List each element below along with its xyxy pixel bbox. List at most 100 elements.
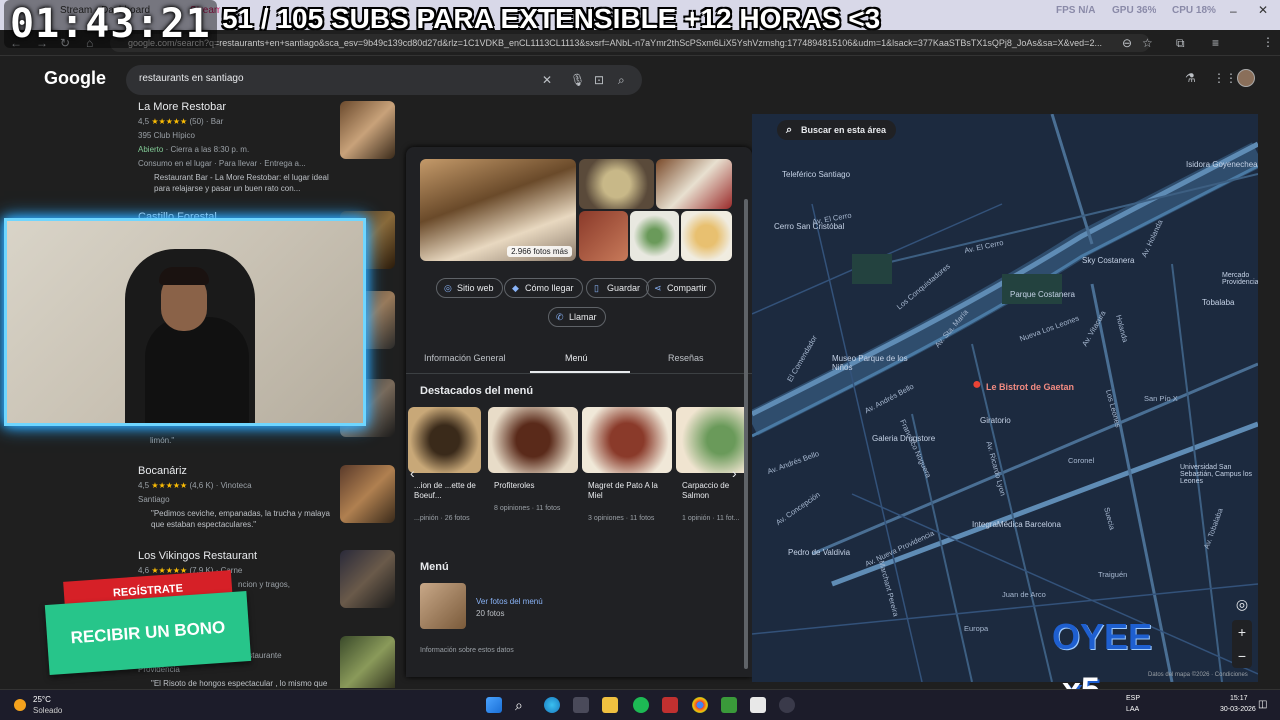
google-logo[interactable]: Google (44, 68, 106, 89)
search-box[interactable]: restaurants en santiago ✕ 🎙 ⊡ ⌕ (126, 65, 642, 95)
menu-photos-link[interactable]: Ver fotos del menú (476, 597, 543, 606)
map-place[interactable]: Universidad San Sebastián, Campus los Le… (1180, 464, 1256, 485)
folder-icon[interactable] (602, 697, 618, 713)
labs-flask-icon[interactable]: ⚗ (1185, 72, 1196, 84)
result-thumbnail[interactable] (340, 101, 395, 159)
map-place[interactable]: Cerro San Cristóbal (774, 222, 844, 231)
zoom-in-button[interactable]: + (1232, 620, 1252, 644)
bookmark-star-icon[interactable]: ☆ (1142, 37, 1153, 49)
map-view[interactable]: Teleférico Santiago Cerro San Cristóbal … (752, 114, 1258, 682)
result-name[interactable]: Bocanáriz (138, 465, 343, 477)
cpu-stat: CPU 18% (1172, 5, 1216, 16)
data-info-link[interactable]: Información sobre estos datos (420, 647, 514, 654)
chrome-icon[interactable] (692, 697, 708, 713)
photo-thumb[interactable] (579, 159, 654, 209)
sun-icon[interactable] (14, 699, 26, 711)
review-count: (4,6 K) (189, 481, 214, 490)
map-place[interactable]: Teleférico Santiago (782, 170, 850, 179)
map-place[interactable]: Galeria Drugstore (872, 434, 935, 443)
minimize-icon[interactable]: – (1230, 4, 1237, 26)
place-panel: 2.966 fotos más ◎ Sitio web ◆ Cómo llegar … (406, 147, 752, 677)
notification-icon[interactable]: ◫ (1258, 699, 1267, 710)
photo-thumb[interactable] (630, 211, 679, 261)
map-attribution[interactable]: Datos del mapa ©2026 · Condiciones (1148, 672, 1248, 678)
stream-timer: 01:43:21 (4, 0, 217, 48)
zoom-icon[interactable]: ⊖ (1122, 37, 1132, 49)
map-place[interactable]: Museo Parque de los Niños (832, 354, 908, 372)
result-thumbnail[interactable] (340, 636, 395, 688)
save-button[interactable]: ▯ Guardar (586, 278, 650, 298)
extensions-icon[interactable]: ⧉ (1176, 37, 1185, 49)
dish-name: Magret de Pato A la Miel (588, 481, 658, 500)
locate-me-icon[interactable]: ◎ (1232, 596, 1252, 616)
language[interactable]: ESP (1126, 695, 1140, 702)
avatar[interactable] (1237, 69, 1255, 87)
dish-card[interactable]: Magret de Pato A la Miel 3 opiniones · 1… (582, 407, 672, 537)
bonus-banner[interactable]: RECIBIR UN BONO (44, 591, 252, 675)
result-thumbnail[interactable] (340, 465, 395, 523)
start-icon[interactable] (486, 697, 502, 713)
clock-time[interactable]: 15:17 (1230, 695, 1248, 702)
close-window-icon[interactable]: ✕ (1258, 3, 1268, 25)
weather-temp[interactable]: 25°C (33, 695, 51, 704)
search-this-area-button[interactable]: ⌕ Buscar en esta área (777, 120, 897, 140)
map-place[interactable]: IntegraMédica Barcelona (972, 520, 1061, 529)
media-icon[interactable]: ≡ (1212, 37, 1219, 49)
pinned-place-label[interactable]: Le Bistrot de Gaetan (986, 382, 1074, 392)
obs-icon[interactable] (779, 697, 795, 713)
rating-value: 4,5 (138, 481, 150, 490)
edge-icon[interactable] (544, 697, 560, 713)
tab-general-info[interactable]: Información General (424, 353, 506, 363)
carousel-prev-icon[interactable]: ‹ (410, 465, 415, 481)
store-icon[interactable] (573, 697, 589, 713)
dish-meta: 1 opinión · 11 fot... (682, 515, 740, 522)
photo-thumb[interactable] (681, 211, 732, 261)
search-icon[interactable]: ⌕ (515, 697, 531, 713)
main-photo[interactable]: 2.966 fotos más (420, 159, 576, 261)
result-thumbnail[interactable] (340, 550, 395, 608)
photo-thumb[interactable] (579, 211, 628, 261)
zoom-out-button[interactable]: − (1232, 644, 1252, 668)
xbox-icon[interactable] (721, 697, 737, 713)
map-pin-icon[interactable]: ● (972, 376, 982, 394)
spotify-icon[interactable] (633, 697, 649, 713)
lens-search-icon[interactable]: ⊡ (594, 74, 604, 86)
dish-card[interactable]: Profiteroles 8 opiniones · 11 fotos (488, 407, 578, 537)
map-place[interactable]: Isidora Goyenechea (1186, 160, 1258, 169)
result-name[interactable]: Los Vikingos Restaurant (138, 550, 343, 562)
map-place[interactable]: Pedro de Valdivia (788, 548, 850, 557)
map-place[interactable]: Giratorio (980, 416, 1011, 425)
app-icon[interactable] (662, 697, 678, 713)
map-place[interactable]: Sky Costanera (1082, 256, 1134, 265)
website-button[interactable]: ◎ Sitio web (436, 278, 503, 298)
rating-value: 4,6 (138, 566, 150, 575)
search-icon[interactable]: ⌕ (618, 74, 625, 86)
tab-menu[interactable]: Menú (565, 353, 588, 363)
result-name[interactable]: La More Restobar (138, 101, 343, 113)
search-input[interactable]: restaurants en santiago (139, 73, 244, 84)
result-rating: 4,5 ★★★★★ (4,6 K) · Vinoteca (138, 481, 252, 490)
apps-grid-icon[interactable]: ⋮⋮ (1213, 72, 1237, 84)
carousel-next-icon[interactable]: › (732, 465, 737, 481)
map-place[interactable]: Mercado Providencia (1222, 272, 1258, 286)
menu-dots-icon[interactable]: ⋮ (1262, 36, 1274, 48)
panel-scrollbar[interactable] (744, 199, 748, 669)
map-place[interactable]: Tobalaba (1202, 298, 1234, 307)
photo-thumb[interactable] (656, 159, 732, 209)
list-item[interactable]: Bocanáriz 4,5 ★★★★★ (4,6 K) · Vinoteca S… (138, 465, 343, 530)
call-button[interactable]: ✆ Llamar (548, 307, 606, 327)
photos-more-label[interactable]: 2.966 fotos más (507, 246, 572, 257)
dish-card[interactable]: ...ion de ...ette de Boeuf... ...pinión … (408, 407, 498, 537)
directions-button[interactable]: ◆ Cómo llegar (504, 278, 583, 298)
result-snippet: limón." (150, 436, 175, 445)
tab-reviews[interactable]: Reseñas (668, 353, 704, 363)
clear-search-icon[interactable]: ✕ (542, 74, 552, 86)
map-place[interactable]: Parque Costanera (1010, 290, 1075, 299)
search-this-area-label: Buscar en esta área (801, 125, 887, 135)
street-label: San Pío X (1144, 394, 1178, 403)
menu-photo[interactable] (420, 583, 466, 629)
list-item[interactable]: La More Restobar 4,5 ★★★★★ (50) · Bar 39… (138, 101, 343, 194)
app-icon[interactable] (750, 697, 766, 713)
share-button[interactable]: ⋖ Compartir (646, 278, 716, 298)
voice-search-icon[interactable]: 🎙 (570, 74, 585, 86)
